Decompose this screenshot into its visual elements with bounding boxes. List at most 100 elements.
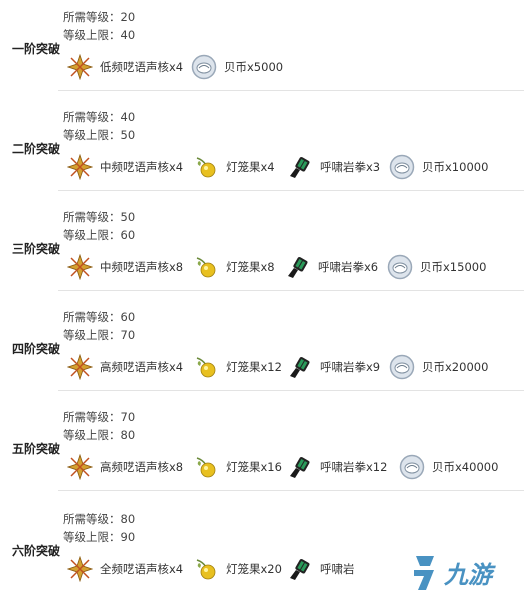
shell-coin-icon	[388, 153, 416, 181]
level-cap-value: 70	[120, 328, 136, 342]
material-item: 高频呓语声核x8	[66, 452, 183, 482]
material-item: 灯笼果x20	[192, 554, 282, 584]
material-label: 灯笼果x16	[226, 460, 282, 474]
level-cap-value: 90	[120, 530, 136, 544]
material-label: 灯笼果x12	[226, 360, 282, 374]
stage-label: 四阶突破	[12, 342, 61, 356]
level-cap-label: 等级上限：	[63, 428, 121, 442]
required-level-value: 20	[120, 10, 136, 24]
level-cap: 等级上限：60	[63, 226, 135, 244]
row-divider	[58, 290, 524, 291]
material-item: 呼啸岩	[286, 554, 355, 584]
level-cap-label: 等级上限：	[63, 530, 121, 544]
material-label: 高频呓语声核x4	[100, 360, 184, 374]
required-level-label: 所需等级：	[63, 410, 121, 424]
material-item: 中频呓语声核x8	[66, 252, 183, 282]
level-cap-label: 等级上限：	[63, 128, 121, 142]
lantern-fruit-icon	[192, 353, 220, 381]
rock-fist-icon	[286, 353, 314, 381]
material-item: 低频呓语声核x4	[66, 52, 183, 82]
level-cap: 等级上限：50	[63, 126, 135, 144]
required-level-value: 60	[120, 310, 136, 324]
material-item: 高频呓语声核x4	[66, 352, 183, 382]
stage-label: 六阶突破	[12, 544, 61, 558]
star-core-icon	[66, 353, 94, 381]
material-label: 中频呓语声核x8	[100, 260, 184, 274]
material-label: 贝币x20000	[422, 360, 489, 374]
required-level: 所需等级：50	[63, 208, 135, 226]
lantern-fruit-icon	[192, 555, 220, 583]
level-cap-value: 60	[120, 228, 136, 242]
material-item: 贝币x15000	[386, 252, 486, 282]
required-level-label: 所需等级：	[63, 210, 121, 224]
material-label: 呼啸岩	[320, 562, 355, 576]
material-label: 贝币x15000	[420, 260, 487, 274]
material-label: 灯笼果x20	[226, 562, 282, 576]
material-label: 贝币x5000	[224, 60, 284, 74]
material-item: 中频呓语声核x4	[66, 152, 183, 182]
material-label: 全频呓语声核x4	[100, 562, 184, 576]
lantern-fruit-icon	[192, 253, 220, 281]
row-divider	[58, 490, 524, 491]
required-level-label: 所需等级：	[63, 110, 121, 124]
row-divider	[58, 190, 524, 191]
material-label: 高频呓语声核x8	[100, 460, 184, 474]
material-label: 灯笼果x8	[226, 260, 275, 274]
row-divider	[58, 90, 524, 91]
required-level: 所需等级：60	[63, 308, 135, 326]
material-label: 贝币x10000	[422, 160, 489, 174]
material-item: 灯笼果x12	[192, 352, 282, 382]
material-item: 灯笼果x8	[192, 252, 275, 282]
level-cap: 等级上限：80	[63, 426, 135, 444]
material-item: 贝币x5000	[190, 52, 283, 82]
level-cap-value: 50	[120, 128, 136, 142]
required-level: 所需等级：20	[63, 8, 135, 26]
level-cap: 等级上限：70	[63, 326, 135, 344]
watermark-logo: 九游	[408, 546, 520, 598]
rock-fist-icon	[286, 555, 314, 583]
level-cap: 等级上限：40	[63, 26, 135, 44]
required-level-value: 70	[120, 410, 136, 424]
shell-coin-icon	[398, 453, 426, 481]
material-item: 呼啸岩拳x12	[286, 452, 387, 482]
rock-fist-icon	[286, 153, 314, 181]
required-level-value: 80	[120, 512, 136, 526]
material-label: 贝币x40000	[432, 460, 499, 474]
rock-fist-icon	[284, 253, 312, 281]
shell-coin-icon	[190, 53, 218, 81]
required-level: 所需等级：40	[63, 108, 135, 126]
material-label: 呼啸岩拳x9	[320, 360, 381, 374]
required-level-label: 所需等级：	[63, 512, 121, 526]
star-core-icon	[66, 453, 94, 481]
material-item: 贝币x10000	[388, 152, 488, 182]
level-cap: 等级上限：90	[63, 528, 135, 546]
stage-label: 二阶突破	[12, 142, 61, 156]
material-item: 灯笼果x16	[192, 452, 282, 482]
stage-label: 一阶突破	[12, 42, 61, 56]
lantern-fruit-icon	[192, 153, 220, 181]
level-cap-label: 等级上限：	[63, 28, 121, 42]
material-item: 贝币x20000	[388, 352, 488, 382]
stage-label: 三阶突破	[12, 242, 61, 256]
watermark-text: 九游	[444, 560, 492, 589]
shell-coin-icon	[386, 253, 414, 281]
shell-coin-icon	[388, 353, 416, 381]
material-label: 灯笼果x4	[226, 160, 275, 174]
material-label: 中频呓语声核x4	[100, 160, 184, 174]
level-cap-label: 等级上限：	[63, 328, 121, 342]
required-level-label: 所需等级：	[63, 310, 121, 324]
level-cap-value: 40	[120, 28, 136, 42]
level-cap-value: 80	[120, 428, 136, 442]
material-item: 呼啸岩拳x6	[284, 252, 378, 282]
required-level-value: 50	[120, 210, 136, 224]
required-level: 所需等级：70	[63, 408, 135, 426]
level-cap-label: 等级上限：	[63, 228, 121, 242]
material-label: 呼啸岩拳x6	[318, 260, 379, 274]
material-item: 呼啸岩拳x9	[286, 352, 380, 382]
star-core-icon	[66, 153, 94, 181]
star-core-icon	[66, 53, 94, 81]
star-core-icon	[66, 555, 94, 583]
required-level-label: 所需等级：	[63, 10, 121, 24]
required-level-value: 40	[120, 110, 136, 124]
required-level: 所需等级：80	[63, 510, 135, 528]
